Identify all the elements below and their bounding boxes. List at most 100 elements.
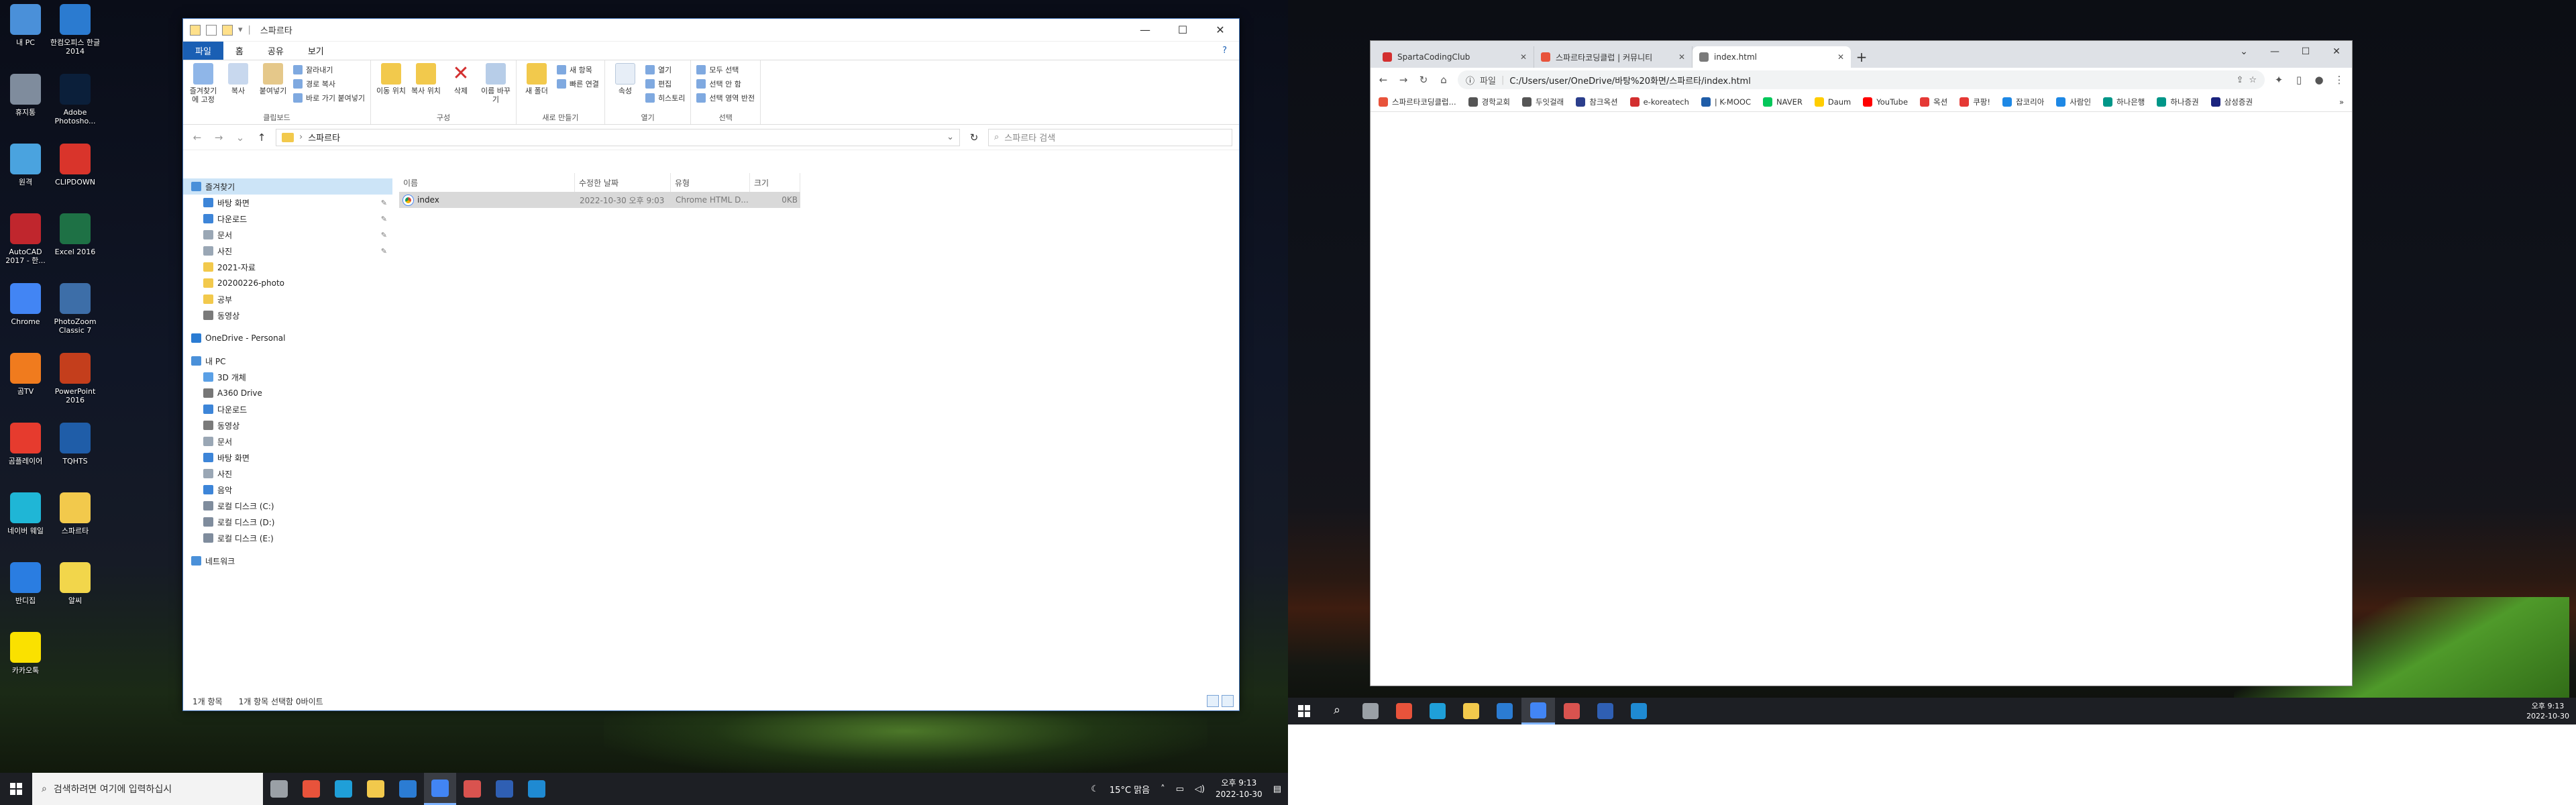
new-folder-button[interactable]: 새 폴더: [522, 63, 551, 95]
up-arrow-icon[interactable]: ↑: [254, 131, 269, 144]
taskbar-app[interactable]: [1622, 698, 1656, 724]
minimize-button[interactable]: —: [1126, 19, 1164, 42]
taskbar-app[interactable]: [1387, 698, 1421, 724]
browser-tab[interactable]: index.html ✕: [1693, 46, 1851, 68]
nav-item[interactable]: 사진 ✎: [183, 243, 392, 259]
bookmarks-overflow-icon[interactable]: »: [2339, 97, 2344, 107]
taskbar-app[interactable]: [295, 773, 327, 805]
side-panel-icon[interactable]: ▯: [2293, 74, 2305, 86]
taskbar-app[interactable]: [456, 773, 488, 805]
bookmark-item[interactable]: 하나은행: [2103, 97, 2145, 107]
menu-kebab-icon[interactable]: ⋮: [2333, 74, 2345, 86]
search-input[interactable]: ⌕ 스파르타 검색: [988, 128, 1232, 146]
maximize-button[interactable]: ☐: [1164, 19, 1201, 42]
paste-shortcut-button[interactable]: 바로 가기 붙여넣기: [293, 93, 365, 103]
recent-chevron-icon[interactable]: ⌄: [233, 131, 248, 144]
clock[interactable]: 오후 9:13 2022-10-30: [2526, 701, 2569, 721]
tab-search-chevron-icon[interactable]: ⌄: [2229, 41, 2259, 62]
taskbar-app[interactable]: [1555, 698, 1589, 724]
profile-icon[interactable]: ●: [2313, 74, 2325, 86]
browser-tab[interactable]: SpartaCodingClub ✕: [1376, 46, 1534, 68]
bookmark-item[interactable]: e-koreatech: [1629, 97, 1689, 107]
desktop-icon[interactable]: AutoCAD 2017 - 한...: [0, 213, 51, 265]
taskbar-app[interactable]: [263, 773, 295, 805]
desktop-icon[interactable]: 카카오톡: [0, 632, 51, 675]
nav-item[interactable]: 문서: [183, 433, 392, 449]
address-bar[interactable]: › 스파르타 ⌄: [276, 128, 960, 146]
nav-item[interactable]: 문서 ✎: [183, 227, 392, 243]
large-icons-view-icon[interactable]: [1222, 695, 1234, 707]
bookmark-item[interactable]: Daum: [1814, 97, 1851, 107]
paste-button[interactable]: 붙여넣기: [258, 63, 288, 95]
open-button[interactable]: 열기: [645, 64, 685, 75]
nav-item[interactable]: 로컬 디스크 (E:): [183, 530, 392, 546]
refresh-icon[interactable]: ↻: [967, 131, 981, 144]
column-modified[interactable]: 수정한 날짜: [575, 173, 671, 192]
maximize-button[interactable]: ☐: [2290, 41, 2321, 62]
rename-button[interactable]: 이름 바꾸기: [481, 63, 511, 104]
desktop-icon[interactable]: Adobe Photosho...: [50, 74, 101, 125]
clock[interactable]: 오후 9:13 2022-10-30: [1216, 777, 1263, 800]
nav-item[interactable]: 로컬 디스크 (C:): [183, 498, 392, 514]
tab-close-icon[interactable]: ✕: [1520, 52, 1527, 62]
desktop-icon[interactable]: PowerPoint 2016: [50, 353, 101, 405]
tab-close-icon[interactable]: ✕: [1837, 52, 1844, 62]
forward-arrow-icon[interactable]: →: [1397, 74, 1409, 86]
browser-tab[interactable]: 스파르타코딩클럽 | 커뮤니티 ✕: [1534, 46, 1693, 68]
column-name[interactable]: 이름: [399, 173, 575, 192]
network-icon[interactable]: ▭: [1176, 784, 1184, 794]
reload-icon[interactable]: ↻: [1417, 74, 1430, 86]
desktop-icon[interactable]: TQHTS: [50, 423, 101, 466]
home-icon[interactable]: ⌂: [1438, 74, 1450, 86]
nav-item[interactable]: 바탕 화면: [183, 449, 392, 466]
bookmark-item[interactable]: 옥션: [1920, 97, 1947, 107]
nav-item[interactable]: 20200226-photo: [183, 275, 392, 291]
bookmark-star-icon[interactable]: ☆: [2249, 75, 2257, 85]
file-row[interactable]: index 2022-10-30 오후 9:03 Chrome HTML D... 0…: [399, 192, 800, 208]
taskbar-app[interactable]: [1454, 698, 1488, 724]
select-none-button[interactable]: 선택 안 함: [696, 78, 755, 89]
bookmark-item[interactable]: | K-MOOC: [1701, 97, 1751, 107]
bookmark-item[interactable]: 쿠팡!: [1960, 97, 1990, 107]
share-icon[interactable]: ⇪: [2236, 75, 2243, 85]
nav-item[interactable]: 사진: [183, 466, 392, 482]
url-text[interactable]: C:/Users/user/OneDrive/바탕%20화면/스파르타/inde…: [1509, 74, 1751, 87]
desktop-icon[interactable]: 원격: [0, 144, 51, 186]
bookmark-item[interactable]: 스파르타코딩클럽...: [1379, 97, 1456, 107]
desktop-icon[interactable]: 내 PC: [0, 4, 51, 47]
properties-button[interactable]: 속성: [610, 63, 640, 95]
bookmark-item[interactable]: 사람인: [2056, 97, 2091, 107]
invert-selection-button[interactable]: 선택 영역 반전: [696, 93, 755, 103]
back-arrow-icon[interactable]: ←: [1377, 74, 1389, 86]
nav-item[interactable]: 다운로드 ✎: [183, 211, 392, 227]
start-button[interactable]: [1288, 698, 1320, 724]
tray-overflow-icon[interactable]: ˄: [1161, 784, 1165, 794]
new-tab-button[interactable]: +: [1851, 46, 1872, 68]
taskbar-app[interactable]: [1589, 698, 1622, 724]
nav-item[interactable]: 바탕 화면 ✎: [183, 195, 392, 211]
close-button[interactable]: ✕: [1201, 19, 1239, 42]
taskbar-app[interactable]: [1521, 698, 1555, 724]
start-button[interactable]: [0, 773, 32, 805]
ribbon-tab[interactable]: 홈: [223, 42, 256, 60]
taskbar-app[interactable]: ⌕: [1320, 698, 1354, 724]
taskbar-app[interactable]: [521, 773, 553, 805]
desktop-icon[interactable]: 휴지통: [0, 74, 51, 117]
nav-item[interactable]: 즐겨찾기: [183, 178, 392, 195]
taskbar-app[interactable]: [1354, 698, 1387, 724]
copy-to-button[interactable]: 복사 위치: [411, 63, 441, 95]
taskbar-app[interactable]: [360, 773, 392, 805]
bookmark-item[interactable]: 잡코리아: [2002, 97, 2044, 107]
taskbar-app[interactable]: [1488, 698, 1521, 724]
copy-path-button[interactable]: 경로 복사: [293, 78, 365, 89]
pin-quick-access-button[interactable]: 즐겨찾기에 고정: [189, 63, 218, 104]
desktop-icon[interactable]: PhotoZoom Classic 7: [50, 283, 101, 335]
nav-item[interactable]: 2021-자료: [183, 259, 392, 275]
edit-button[interactable]: 편집: [645, 78, 685, 89]
column-type[interactable]: 유형: [671, 173, 750, 192]
info-icon[interactable]: ⓘ: [1466, 74, 1474, 87]
details-view-icon[interactable]: [1207, 695, 1219, 707]
history-button[interactable]: 히스토리: [645, 93, 685, 103]
nav-item[interactable]: 동영상: [183, 417, 392, 433]
desktop-icon[interactable]: 곰플레이어: [0, 423, 51, 466]
